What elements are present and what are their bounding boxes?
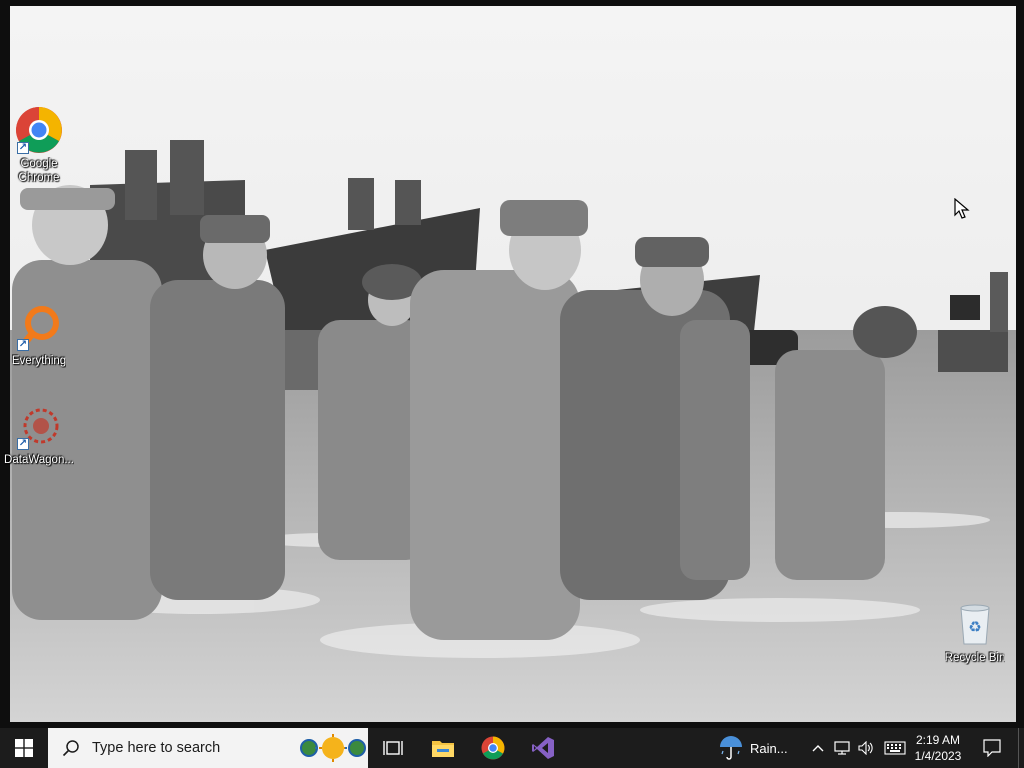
mouse-pointer-icon: [954, 198, 970, 219]
search-highlight-button[interactable]: [298, 728, 368, 768]
desktop-icon-label: Recycle Bin: [944, 652, 1006, 664]
recycle-bin-icon: ♻: [951, 600, 999, 648]
datawagon-icon: ↗: [15, 402, 63, 450]
taskbar-task-view-button[interactable]: [368, 728, 418, 768]
svg-text:♻: ♻: [968, 618, 981, 636]
show-desktop-button[interactable]: [1018, 728, 1024, 768]
shortcut-arrow-icon: ↗: [17, 142, 29, 154]
search-icon: [62, 740, 79, 757]
desktop-wallpaper: [0, 0, 1024, 728]
shortcut-arrow-icon: ↗: [17, 339, 29, 351]
task-view-icon: [383, 741, 403, 755]
desktop-icon-everything[interactable]: ↗ Everything: [1, 303, 77, 368]
desktop-icon-recycle-bin[interactable]: ♻ Recycle Bin: [937, 600, 1013, 665]
speaker-icon: [858, 741, 873, 755]
taskbar-file-explorer-button[interactable]: [418, 728, 468, 768]
desktop-icon-label: DataWagon...: [4, 454, 74, 466]
desktop-icon-label: Google Chrome: [18, 158, 60, 184]
taskbar: Type here to search Rain... 2:19 AM 1/4/…: [0, 728, 1024, 768]
everything-search-icon: ↗: [15, 303, 63, 351]
tray-network-button[interactable]: [830, 728, 854, 768]
clock-date: 1/4/2023: [914, 749, 962, 763]
visual-studio-icon: [532, 737, 554, 759]
tray-volume-button[interactable]: [854, 728, 878, 768]
keyboard-icon: [884, 741, 906, 755]
search-highlight-icon: [300, 734, 366, 762]
taskbar-weather-widget[interactable]: Rain...: [718, 728, 788, 768]
notification-icon: [983, 739, 1001, 757]
shortcut-arrow-icon: ↗: [17, 438, 29, 450]
taskbar-visual-studio-button[interactable]: [518, 728, 568, 768]
weather-text: Rain...: [750, 740, 788, 756]
chrome-icon: ↗: [15, 106, 63, 154]
umbrella-rain-icon: [720, 736, 742, 760]
folder-icon: [432, 741, 454, 757]
desktop-icon-label: Everything: [11, 355, 67, 367]
wallpaper-photo: [0, 0, 1024, 728]
system-tray: [806, 728, 912, 768]
taskbar-chrome-button[interactable]: [468, 728, 518, 768]
desktop-icon-datawagon[interactable]: ↗ DataWagon...: [1, 402, 77, 467]
chrome-icon: [481, 736, 505, 760]
windows-logo-icon: [15, 739, 33, 757]
tray-show-hidden-button[interactable]: [806, 728, 830, 768]
start-button[interactable]: [0, 728, 48, 768]
clock-time: 2:19 AM: [915, 733, 961, 747]
taskbar-clock[interactable]: 2:19 AM 1/4/2023: [906, 728, 970, 768]
network-icon: [834, 741, 850, 755]
notification-center-button[interactable]: [976, 728, 1008, 768]
desktop-icon-google-chrome[interactable]: ↗ Google Chrome: [1, 106, 77, 185]
chevron-up-icon: [812, 745, 824, 752]
search-placeholder: Type here to search: [92, 740, 221, 756]
